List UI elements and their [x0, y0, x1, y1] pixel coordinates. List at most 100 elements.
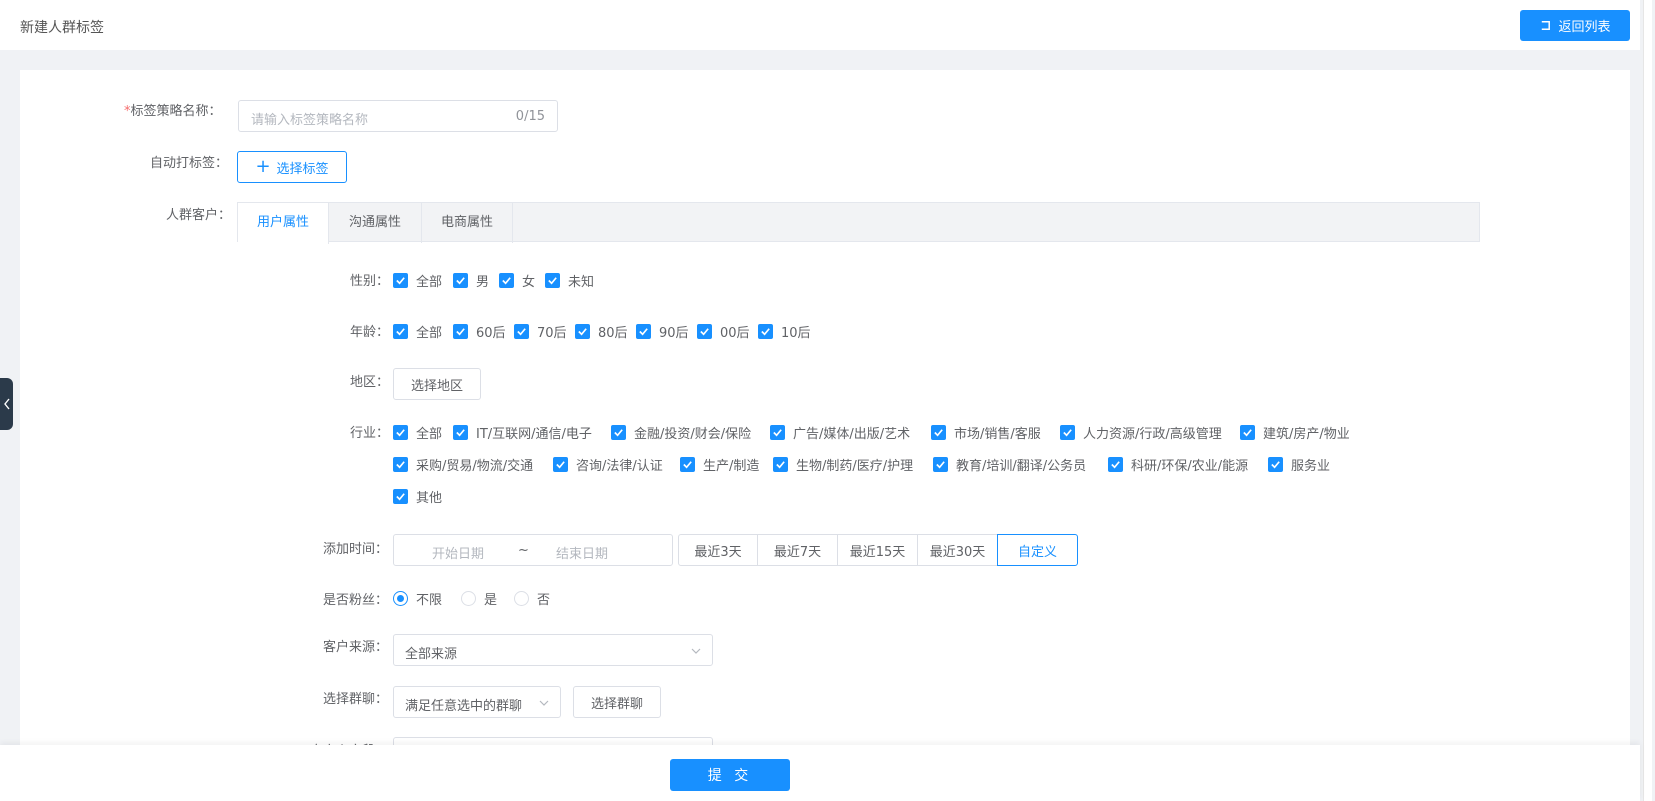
age-option-label: 80后 — [598, 326, 628, 341]
select-tag-button[interactable]: + 选择标签 — [237, 151, 347, 183]
page-scrollbar[interactable] — [1640, 0, 1655, 801]
checkbox-checked-icon — [514, 324, 529, 339]
add-time-label: 添加时间： — [323, 542, 389, 557]
industry-checkbox[interactable]: 咨询/法律/认证 — [553, 455, 663, 474]
industry-checkbox[interactable]: 其他 — [393, 487, 442, 506]
checkbox-checked-icon — [393, 457, 408, 472]
industry-option-label: 服务业 — [1291, 459, 1331, 474]
range-30-days-button[interactable]: 最近30天 — [917, 534, 998, 566]
age-checkbox[interactable]: 60后 — [453, 322, 506, 341]
fans-radio-no[interactable]: 否 — [514, 589, 550, 608]
checkbox-checked-icon — [933, 457, 948, 472]
chevron-left-icon — [3, 398, 10, 410]
submit-button[interactable]: 提 交 — [670, 759, 790, 791]
age-checkbox[interactable]: 80后 — [575, 322, 628, 341]
checkbox-checked-icon — [931, 425, 946, 440]
tab-ecommerce-attributes[interactable]: 电商属性 — [422, 203, 513, 243]
checkbox-checked-icon — [697, 324, 712, 339]
checkbox-checked-icon — [393, 489, 408, 504]
industry-option-label: 金融/投资/财会/保险 — [634, 427, 752, 442]
checkbox-checked-icon — [453, 425, 468, 440]
sidebar-toggle[interactable] — [0, 378, 13, 430]
industry-option-label: 科研/环保/农业/能源 — [1131, 459, 1249, 474]
checkbox-checked-icon — [1060, 425, 1075, 440]
strategy-name-placeholder: 请输入标签策略名称 — [251, 113, 369, 128]
industry-checkbox[interactable]: 金融/投资/财会/保险 — [611, 423, 751, 442]
checkbox-checked-icon — [770, 425, 785, 440]
age-option-label: 全部 — [416, 326, 443, 341]
industry-checkbox[interactable]: 教育/培训/翻译/公务员 — [933, 455, 1086, 474]
checkbox-checked-icon — [611, 425, 626, 440]
select-group-chat-button[interactable]: 选择群聊 — [573, 686, 661, 718]
fans-radio-yes[interactable]: 是 — [461, 589, 497, 608]
group-chat-mode-select[interactable]: 满足任意选中的群聊 — [393, 686, 561, 718]
industry-option-label: 咨询/法律/认证 — [576, 459, 663, 474]
gender-checkbox-male[interactable]: 男 — [453, 271, 489, 290]
industry-label: 行业： — [350, 426, 390, 441]
end-date-placeholder: 结束日期 — [556, 547, 609, 562]
checkbox-checked-icon — [393, 324, 408, 339]
page-header: 新建人群标签 返回列表 — [0, 0, 1640, 50]
industry-option-label: 市场/销售/客服 — [954, 427, 1041, 442]
source-select[interactable]: 全部来源 — [393, 634, 713, 666]
industry-option-label: 采购/贸易/物流/交通 — [416, 459, 534, 474]
industry-option-label: 教育/培训/翻译/公务员 — [956, 459, 1087, 474]
range-3-days-button[interactable]: 最近3天 — [678, 534, 758, 566]
tab-user-attributes[interactable]: 用户属性 — [238, 203, 329, 244]
select-region-button[interactable]: 选择地区 — [393, 368, 481, 400]
chevron-down-icon — [691, 648, 701, 654]
industry-option-label: IT/互联网/通信/电子 — [476, 427, 592, 442]
industry-checkbox[interactable]: 科研/环保/农业/能源 — [1108, 455, 1248, 474]
checkbox-checked-icon — [636, 324, 651, 339]
age-checkbox[interactable]: 10后 — [758, 322, 811, 341]
crowd-label: 人群客户： — [166, 208, 232, 223]
gender-checkbox-unknown[interactable]: 未知 — [545, 271, 594, 290]
industry-option-label: 生物/制药/医疗/护理 — [796, 459, 914, 474]
date-range-picker[interactable]: 开始日期 ~ 结束日期 — [393, 534, 673, 566]
back-to-list-button[interactable]: 返回列表 — [1520, 10, 1630, 41]
industry-checkbox[interactable]: 生物/制药/医疗/护理 — [773, 455, 913, 474]
scrollbar-track[interactable] — [1643, 0, 1652, 801]
fans-option-label: 是 — [484, 593, 498, 608]
strategy-name-input[interactable]: 请输入标签策略名称 0/15 — [238, 100, 558, 132]
range-custom-button[interactable]: 自定义 — [997, 534, 1078, 566]
radio-unselected-icon — [461, 591, 476, 606]
industry-checkbox[interactable]: 生产/制造 — [680, 455, 759, 474]
industry-checkbox[interactable]: 市场/销售/客服 — [931, 423, 1041, 442]
gender-checkbox-female[interactable]: 女 — [499, 271, 535, 290]
strategy-name-label: *标签策略名称： — [124, 100, 222, 119]
fans-radio-any[interactable]: 不限 — [393, 589, 442, 608]
industry-checkbox[interactable]: 全部 — [393, 423, 442, 442]
checkbox-checked-icon — [680, 457, 695, 472]
industry-checkbox[interactable]: 采购/贸易/物流/交通 — [393, 455, 533, 474]
industry-option-label: 人力资源/行政/高级管理 — [1083, 427, 1222, 442]
industry-option-label: 建筑/房产/物业 — [1263, 427, 1350, 442]
industry-checkbox[interactable]: 建筑/房产/物业 — [1240, 423, 1350, 442]
region-label: 地区： — [350, 375, 390, 390]
industry-checkbox[interactable]: 人力资源/行政/高级管理 — [1060, 423, 1222, 442]
industry-option-label: 生产/制造 — [703, 459, 760, 474]
tab-communication-attributes[interactable]: 沟通属性 — [329, 203, 422, 243]
return-icon — [1542, 21, 1551, 30]
range-15-days-button[interactable]: 最近15天 — [837, 534, 918, 566]
checkbox-checked-icon — [545, 273, 560, 288]
industry-checkbox[interactable]: 广告/媒体/出版/艺术 — [770, 423, 910, 442]
age-checkbox[interactable]: 70后 — [514, 322, 567, 341]
start-date-placeholder: 开始日期 — [432, 547, 485, 562]
checkbox-checked-icon — [499, 273, 514, 288]
age-checkbox[interactable]: 90后 — [636, 322, 689, 341]
group-chat-mode-value: 满足任意选中的群聊 — [405, 699, 523, 714]
age-option-label: 70后 — [537, 326, 567, 341]
age-checkbox[interactable]: 00后 — [697, 322, 750, 341]
gender-checkbox-all[interactable]: 全部 — [393, 271, 442, 290]
industry-checkbox[interactable]: IT/互联网/通信/电子 — [453, 423, 592, 442]
industry-checkbox[interactable]: 服务业 — [1268, 455, 1330, 474]
fans-option-label: 不限 — [416, 593, 443, 608]
source-select-value: 全部来源 — [405, 647, 458, 662]
age-checkbox[interactable]: 全部 — [393, 322, 442, 341]
page-title: 新建人群标签 — [20, 20, 104, 36]
checkbox-checked-icon — [553, 457, 568, 472]
range-7-days-button[interactable]: 最近7天 — [757, 534, 838, 566]
age-option-label: 60后 — [476, 326, 506, 341]
gender-option-label: 未知 — [568, 275, 595, 290]
